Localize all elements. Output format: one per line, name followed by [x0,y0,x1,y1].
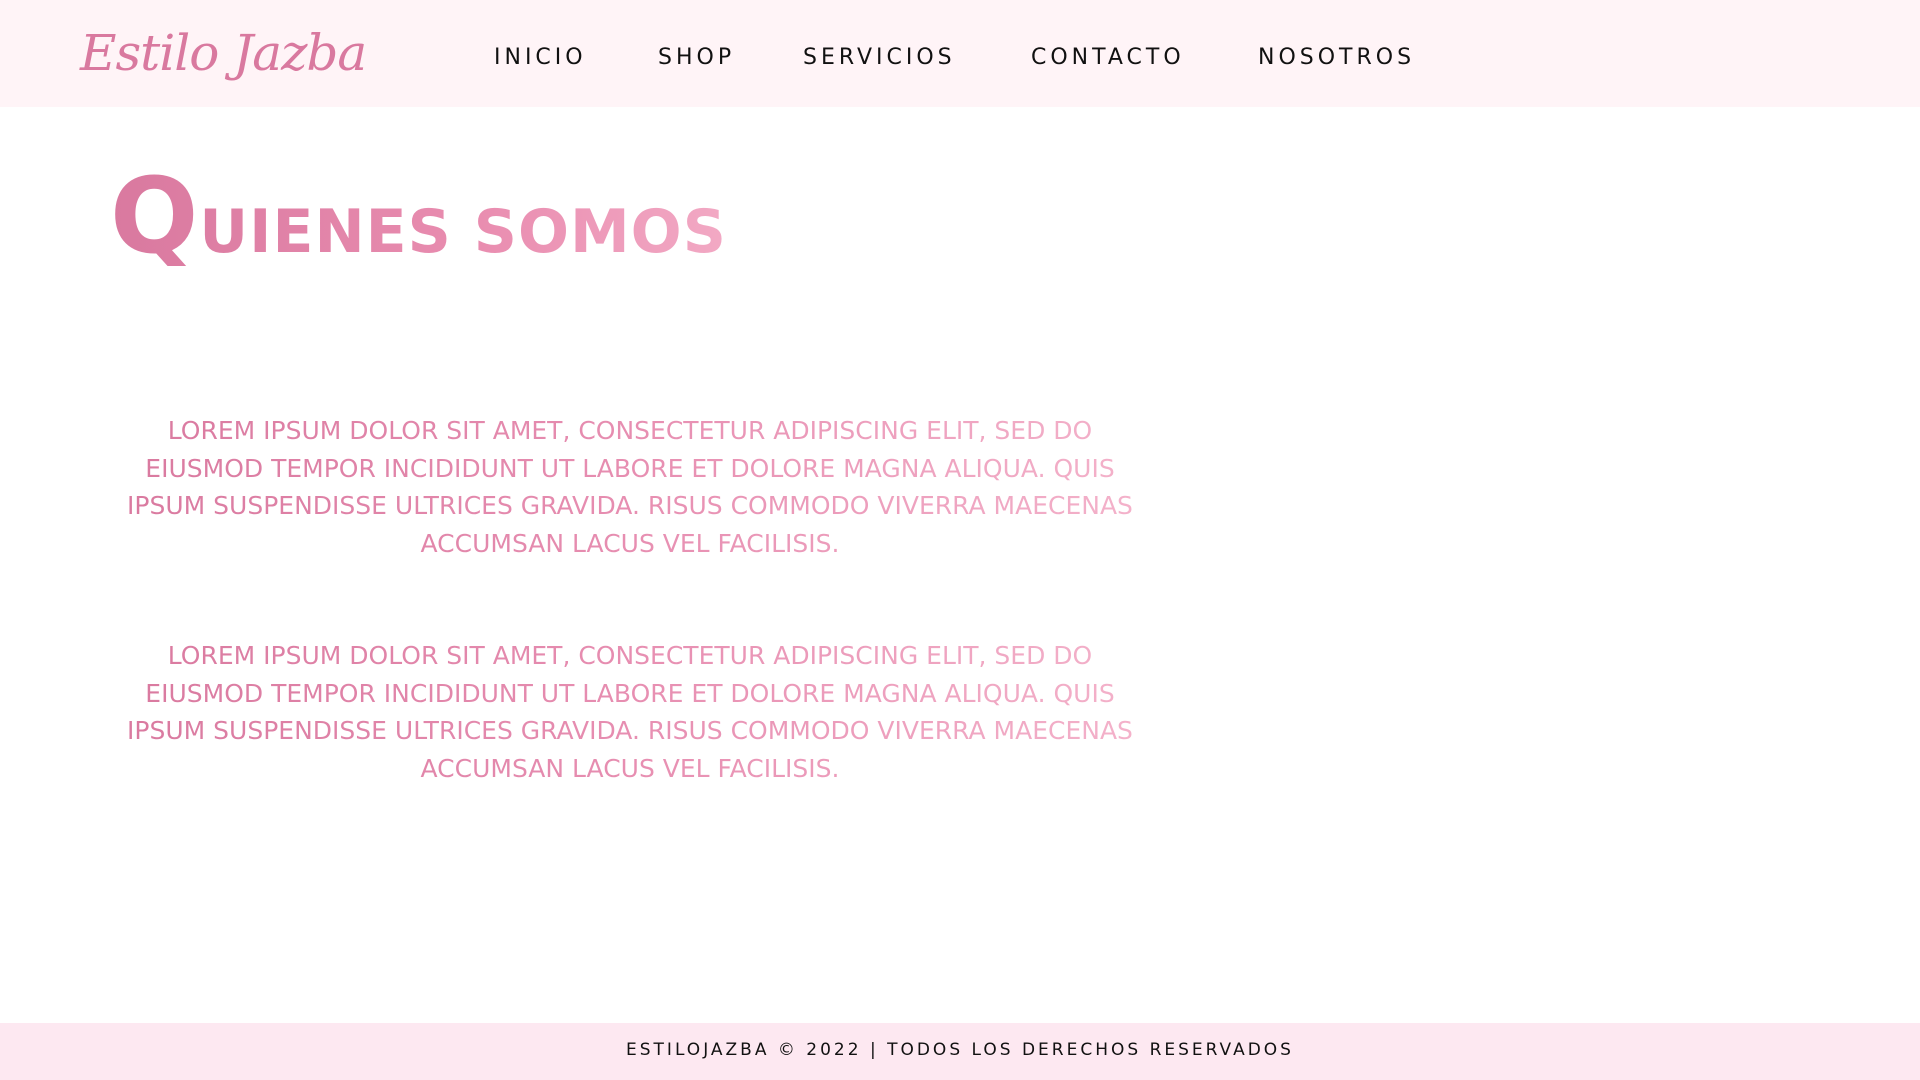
nav-item-inicio[interactable]: INICIO [494,44,587,72]
site-footer: ESTILOJAZBA © 2022 | TODOS LOS DERECHOS … [0,1023,1920,1080]
nav-item-nosotros[interactable]: NOSOTROS [1258,44,1415,72]
site-header: Estilo Jazba INICIO SHOP SERVICIOS CONTA… [0,0,1920,107]
about-paragraph-1: Lorem ipsum dolor sit amet, consectetur … [110,412,1150,562]
nav-item-contacto[interactable]: CONTACTO [1031,44,1185,72]
nav-item-servicios[interactable]: SERVICIOS [803,44,956,72]
footer-copyright: ESTILOJAZBA © 2022 | TODOS LOS DERECHOS … [626,1040,1294,1060]
page-title: QUIENES SOMOS [110,166,727,266]
page-title-initial: Q [110,155,200,277]
main-nav: INICIO SHOP SERVICIOS CONTACTO NOSOTROS [0,44,1920,72]
page-title-rest: UIENES SOMOS [199,197,727,267]
nav-item-shop[interactable]: SHOP [658,44,735,72]
about-paragraph-2: Lorem ipsum dolor sit amet, consectetur … [110,637,1150,787]
